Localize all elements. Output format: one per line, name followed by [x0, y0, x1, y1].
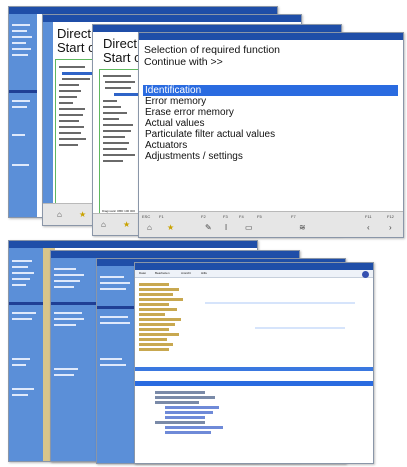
selection-heading: Selection of required function	[144, 44, 281, 56]
sidebar	[9, 14, 37, 217]
window-titlebar	[9, 7, 277, 14]
function-key-label: F4	[239, 214, 244, 219]
chart-icon[interactable]: ≋	[299, 223, 306, 232]
graph-icon[interactable]: ▭	[245, 223, 253, 232]
toolbar-item[interactable]: Hilfe	[201, 272, 207, 275]
tree-panel[interactable]	[55, 59, 93, 209]
home-icon[interactable]: ⌂	[57, 210, 62, 219]
window-titlebar	[139, 33, 403, 40]
section-header-bar	[135, 367, 373, 371]
star-icon[interactable]: ★	[123, 220, 130, 229]
function-key-label: F5	[257, 214, 262, 219]
function-key-label: F7	[291, 214, 296, 219]
function-key-bar: ESC F1 F2 F3 F4 F5 F7 F11 F12 ⌂ ★ ✎ ǀ ▭ …	[139, 211, 403, 237]
continue-prompt: Continue with >>	[144, 56, 223, 68]
forward-icon[interactable]: ›	[389, 223, 392, 232]
sidebar	[9, 248, 43, 461]
tree-panel[interactable]: Diagnostic OBD 100 000	[99, 69, 139, 219]
window-titlebar	[51, 251, 299, 258]
toolbar-item[interactable]: Ansicht	[181, 272, 191, 275]
toolbar-item[interactable]: Datei	[139, 272, 146, 275]
toolbar-item[interactable]: Bearbeiten	[155, 272, 170, 275]
window-titlebar	[9, 241, 257, 248]
window-titlebar	[93, 25, 341, 32]
tree-list-upper[interactable]	[135, 279, 373, 365]
function-key-label: F12	[387, 214, 394, 219]
function-selection-window: Selection of required function Continue …	[138, 32, 404, 238]
menu-item-adjustments[interactable]: Adjustments / settings	[145, 151, 243, 162]
sidebar	[51, 258, 99, 461]
menu-item-erase-error-memory[interactable]: Erase error memory	[145, 107, 234, 118]
diagnostic-browser-window: Datei Bearbeiten Ansicht Hilfe	[134, 262, 374, 464]
back-icon[interactable]: ‹	[367, 223, 370, 232]
home-icon[interactable]: ⌂	[101, 220, 106, 229]
function-key-label: F1	[159, 214, 164, 219]
function-key-label: F3	[223, 214, 228, 219]
info-icon[interactable]: ǀ	[225, 223, 227, 232]
menu-item-particulate-filter[interactable]: Particulate filter actual values	[145, 129, 275, 140]
menu-item-actuators[interactable]: Actuators	[145, 140, 187, 151]
detail-list[interactable]	[135, 387, 373, 447]
star-icon[interactable]: ★	[79, 210, 86, 219]
toolbar: Datei Bearbeiten Ansicht Hilfe	[135, 270, 373, 278]
star-icon[interactable]: ★	[167, 223, 174, 232]
selected-row[interactable]	[135, 381, 373, 386]
menu-item-actual-values[interactable]: Actual values	[145, 118, 204, 129]
menu-item-error-memory[interactable]: Error memory	[145, 96, 206, 107]
window-titlebar	[43, 15, 301, 22]
menu-item-identification[interactable]: Identification	[143, 85, 398, 96]
sidebar	[43, 22, 53, 225]
function-key-label: ESC	[142, 214, 151, 219]
function-key-label: F2	[201, 214, 206, 219]
window-titlebar	[135, 263, 373, 270]
function-key-label: F11	[365, 214, 372, 219]
home-icon[interactable]: ⌂	[147, 223, 152, 232]
tools-icon[interactable]: ✎	[205, 223, 212, 232]
logo-icon	[362, 271, 369, 278]
